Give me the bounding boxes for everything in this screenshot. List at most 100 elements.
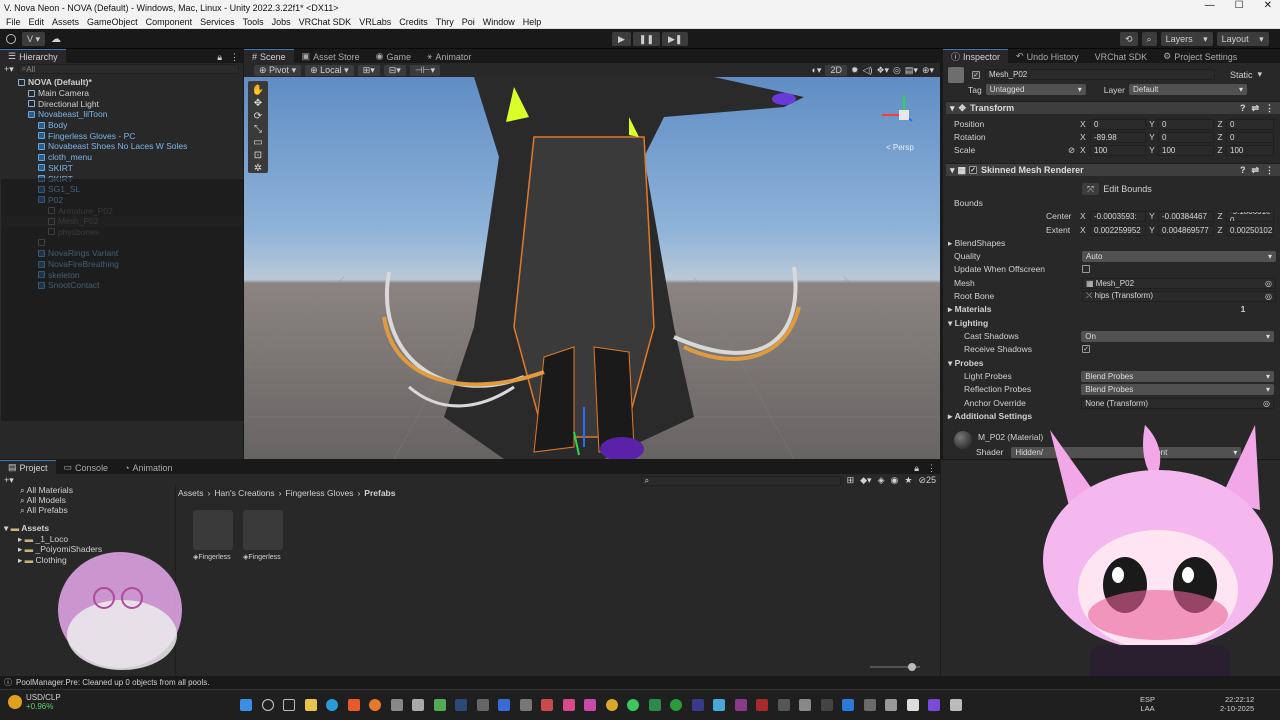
- app-icon[interactable]: [519, 699, 532, 711]
- anchor-override-field[interactable]: None (Transform) ◎: [1081, 397, 1274, 409]
- link-icon[interactable]: ⊘: [1068, 145, 1080, 156]
- app-icon[interactable]: [476, 699, 489, 711]
- increment-icon[interactable]: ⊣⊢▾: [409, 64, 441, 76]
- breadcrumb-assets[interactable]: Assets: [178, 488, 204, 498]
- language-indicator[interactable]: ESP LAA: [1140, 695, 1155, 713]
- probes-foldout[interactable]: ▾ Probes: [948, 357, 983, 369]
- move-tool-icon[interactable]: ✥: [254, 98, 262, 109]
- tab-scene[interactable]: # Scene: [244, 49, 294, 63]
- breadcrumb-fingerless-gloves[interactable]: Fingerless Gloves: [285, 488, 353, 498]
- close-button[interactable]: ✕: [1264, 0, 1272, 11]
- extent-x[interactable]: 0.002259952: [1090, 224, 1146, 236]
- menu-file[interactable]: File: [6, 17, 21, 27]
- app-icon[interactable]: [777, 699, 790, 711]
- root-bone-field[interactable]: ⤬ hips (Transform) ◎: [1082, 290, 1276, 302]
- add-icon[interactable]: +▾: [4, 64, 14, 75]
- play-button[interactable]: ▶: [612, 32, 631, 46]
- firefox-icon[interactable]: [369, 699, 381, 711]
- menu-poi[interactable]: Poi: [462, 17, 475, 27]
- xbox-icon[interactable]: [670, 699, 682, 711]
- favorite-all-prefabs[interactable]: ⌕ All Prefabs: [20, 505, 175, 515]
- center-y[interactable]: -0.00384467: [1158, 210, 1214, 222]
- component-menu-icon[interactable]: ⋮: [1265, 103, 1274, 114]
- app-icon[interactable]: [433, 699, 446, 711]
- app-icon[interactable]: [713, 699, 725, 711]
- app-icon[interactable]: [842, 699, 854, 711]
- preset-icon[interactable]: ⇌: [1251, 103, 1259, 114]
- history-icon[interactable]: ⟲: [1120, 32, 1138, 46]
- local-dropdown[interactable]: ⊕ Local ▾: [305, 64, 354, 76]
- preset-icon[interactable]: ⇌: [1251, 165, 1259, 176]
- hierarchy-item[interactable]: Novabeast_lilToon: [0, 109, 243, 120]
- favorite-all-models[interactable]: ⌕ All Models: [20, 495, 175, 505]
- hierarchy-item[interactable]: Main Camera: [0, 88, 243, 99]
- menu-jobs[interactable]: Jobs: [272, 17, 291, 27]
- lock-icon[interactable]: 🔒︎: [217, 52, 222, 63]
- light-probes-dropdown[interactable]: Blend Probes ▾: [1081, 370, 1274, 382]
- app-icon[interactable]: [756, 699, 768, 711]
- component-menu-icon[interactable]: ⋮: [1265, 165, 1274, 176]
- account-icon[interactable]: [6, 34, 16, 44]
- windows-start-icon[interactable]: [240, 699, 252, 711]
- maximize-button[interactable]: ☐: [1235, 0, 1244, 11]
- tab-inspector[interactable]: ⓘ Inspector: [943, 49, 1009, 63]
- app-icon[interactable]: [928, 699, 940, 711]
- eye-icon[interactable]: ◉: [891, 475, 899, 486]
- menu-vrlabs[interactable]: VRLabs: [359, 17, 391, 27]
- minimize-button[interactable]: —: [1205, 0, 1215, 11]
- hierarchy-item[interactable]: Directional Light: [0, 98, 243, 109]
- pivot-dropdown[interactable]: ⊕ Pivot ▾: [254, 64, 302, 76]
- menu-edit[interactable]: Edit: [29, 17, 45, 27]
- scene-viewport[interactable]: ✋ ✥ ⟳ ⤡ ▭ ⊡ ✲ < Persp: [244, 77, 940, 459]
- app-icon[interactable]: [390, 699, 403, 711]
- chrome-icon[interactable]: [605, 699, 618, 711]
- app-icon[interactable]: [734, 699, 747, 711]
- menu-assets[interactable]: Assets: [52, 17, 79, 27]
- rotation-y[interactable]: 0: [1158, 131, 1214, 143]
- unity-icon[interactable]: [906, 699, 919, 711]
- center-x[interactable]: -0.0003593:: [1090, 210, 1146, 222]
- tab-undo-history[interactable]: ↶ Undo History: [1008, 49, 1087, 63]
- hierarchy-item[interactable]: cloth_menu: [0, 152, 243, 163]
- project-search-input[interactable]: ⌕: [640, 475, 841, 486]
- instagram-icon[interactable]: [584, 699, 596, 711]
- menu-credits[interactable]: Credits: [399, 17, 428, 27]
- help-icon[interactable]: ?: [1240, 103, 1246, 113]
- account-dropdown[interactable]: V ▾: [22, 32, 46, 46]
- center-z[interactable]: -5.188631e-0: [1226, 210, 1274, 222]
- hierarchy-item[interactable]: NOVA (Default)*: [0, 77, 243, 88]
- whatsapp-icon[interactable]: [627, 699, 639, 711]
- position-z[interactable]: 0: [1226, 118, 1274, 130]
- hierarchy-item[interactable]: SKIRT: [0, 163, 243, 174]
- app-icon[interactable]: [498, 699, 510, 711]
- rotate-tool-icon[interactable]: ⟳: [254, 111, 262, 122]
- menu-vrchat-sdk[interactable]: VRChat SDK: [299, 17, 352, 27]
- hierarchy-item[interactable]: Fingerless Gloves - PC: [0, 130, 243, 141]
- ticker-widget[interactable]: USD/CLP +0.96%: [8, 693, 61, 711]
- cloud-icon[interactable]: ☁: [51, 34, 61, 45]
- hierarchy-search-input[interactable]: ⌕ All: [17, 64, 239, 74]
- star-icon[interactable]: ★: [904, 475, 912, 486]
- custom-tool-icon[interactable]: ✲: [254, 163, 262, 174]
- tab-vrchat-sdk[interactable]: VRChat SDK: [1086, 49, 1156, 63]
- persp-label[interactable]: < Persp: [886, 143, 914, 152]
- quality-dropdown[interactable]: Auto ▾: [1082, 250, 1276, 262]
- task-view-icon[interactable]: [283, 699, 295, 711]
- app-icon[interactable]: [863, 699, 876, 711]
- position-y[interactable]: 0: [1158, 118, 1214, 130]
- update-offscreen-checkbox[interactable]: [1082, 265, 1090, 273]
- menu-window[interactable]: Window: [483, 17, 515, 27]
- menu-services[interactable]: Services: [200, 17, 235, 27]
- rotation-z[interactable]: 0: [1226, 131, 1274, 143]
- gizmos-icon[interactable]: ⊕▾: [922, 65, 934, 76]
- active-checkbox[interactable]: ✓: [972, 70, 980, 79]
- app-icon[interactable]: [412, 699, 424, 711]
- snap-icon[interactable]: ⊟▾: [383, 64, 406, 76]
- steam-icon[interactable]: [455, 699, 467, 711]
- smr-header[interactable]: ▾ ▦ ✓ Skinned Mesh Renderer ? ⇌ ⋮: [946, 163, 1280, 176]
- lighting-foldout[interactable]: ▾ Lighting: [948, 317, 988, 329]
- status-message[interactable]: PoolManager.Pre: Cleaned up 0 objects fr…: [16, 678, 209, 687]
- more-icon[interactable]: ⋮: [927, 463, 936, 474]
- target-icon[interactable]: ◎: [1265, 292, 1272, 301]
- tab-hierarchy[interactable]: ☰ Hierarchy: [0, 49, 66, 63]
